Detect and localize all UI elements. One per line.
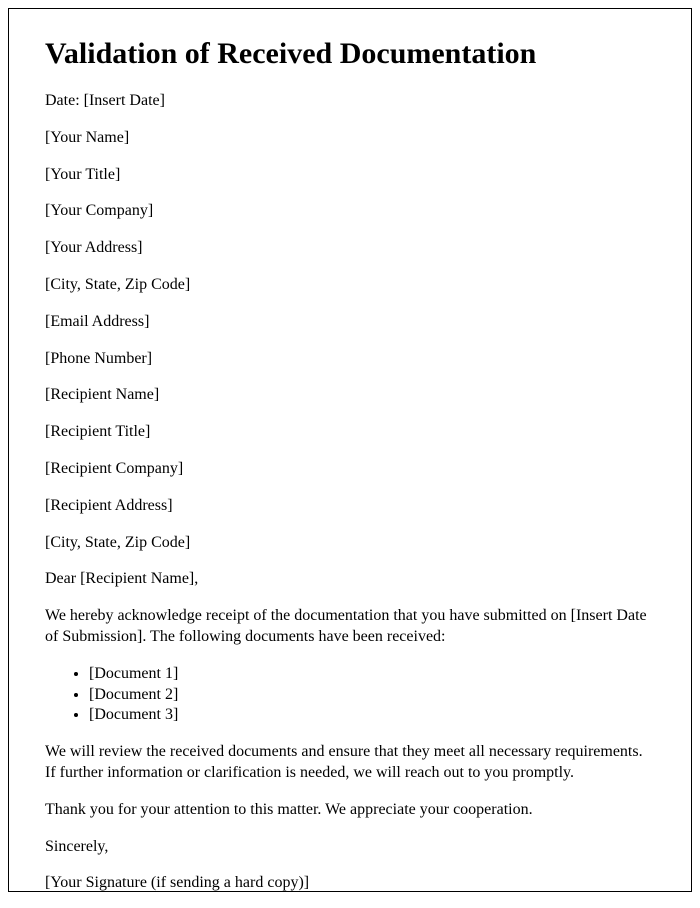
- documents-list: [Document 1] [Document 2] [Document 3]: [89, 664, 655, 726]
- body-paragraph-2: We will review the received documents an…: [45, 742, 655, 784]
- document-page: Validation of Received Documentation Dat…: [8, 8, 692, 892]
- salutation: Dear [Recipient Name],: [45, 569, 655, 590]
- email-line: [Email Address]: [45, 312, 655, 333]
- recipient-address-line: [Recipient Address]: [45, 496, 655, 517]
- recipient-company-line: [Recipient Company]: [45, 459, 655, 480]
- phone-line: [Phone Number]: [45, 349, 655, 370]
- document-title: Validation of Received Documentation: [45, 37, 655, 71]
- your-city-line: [City, State, Zip Code]: [45, 275, 655, 296]
- recipient-city-line: [City, State, Zip Code]: [45, 533, 655, 554]
- your-address-line: [Your Address]: [45, 238, 655, 259]
- signature-line: [Your Signature (if sending a hard copy)…: [45, 873, 655, 892]
- your-company-line: [Your Company]: [45, 201, 655, 222]
- your-title-line: [Your Title]: [45, 165, 655, 186]
- date-line: Date: [Insert Date]: [45, 91, 655, 112]
- list-item: [Document 3]: [89, 705, 655, 726]
- your-name-line: [Your Name]: [45, 128, 655, 149]
- closing-sincerely: Sincerely,: [45, 837, 655, 858]
- recipient-name-line: [Recipient Name]: [45, 385, 655, 406]
- recipient-title-line: [Recipient Title]: [45, 422, 655, 443]
- body-paragraph-3: Thank you for your attention to this mat…: [45, 800, 655, 821]
- body-paragraph-1: We hereby acknowledge receipt of the doc…: [45, 606, 655, 648]
- list-item: [Document 1]: [89, 664, 655, 685]
- list-item: [Document 2]: [89, 685, 655, 706]
